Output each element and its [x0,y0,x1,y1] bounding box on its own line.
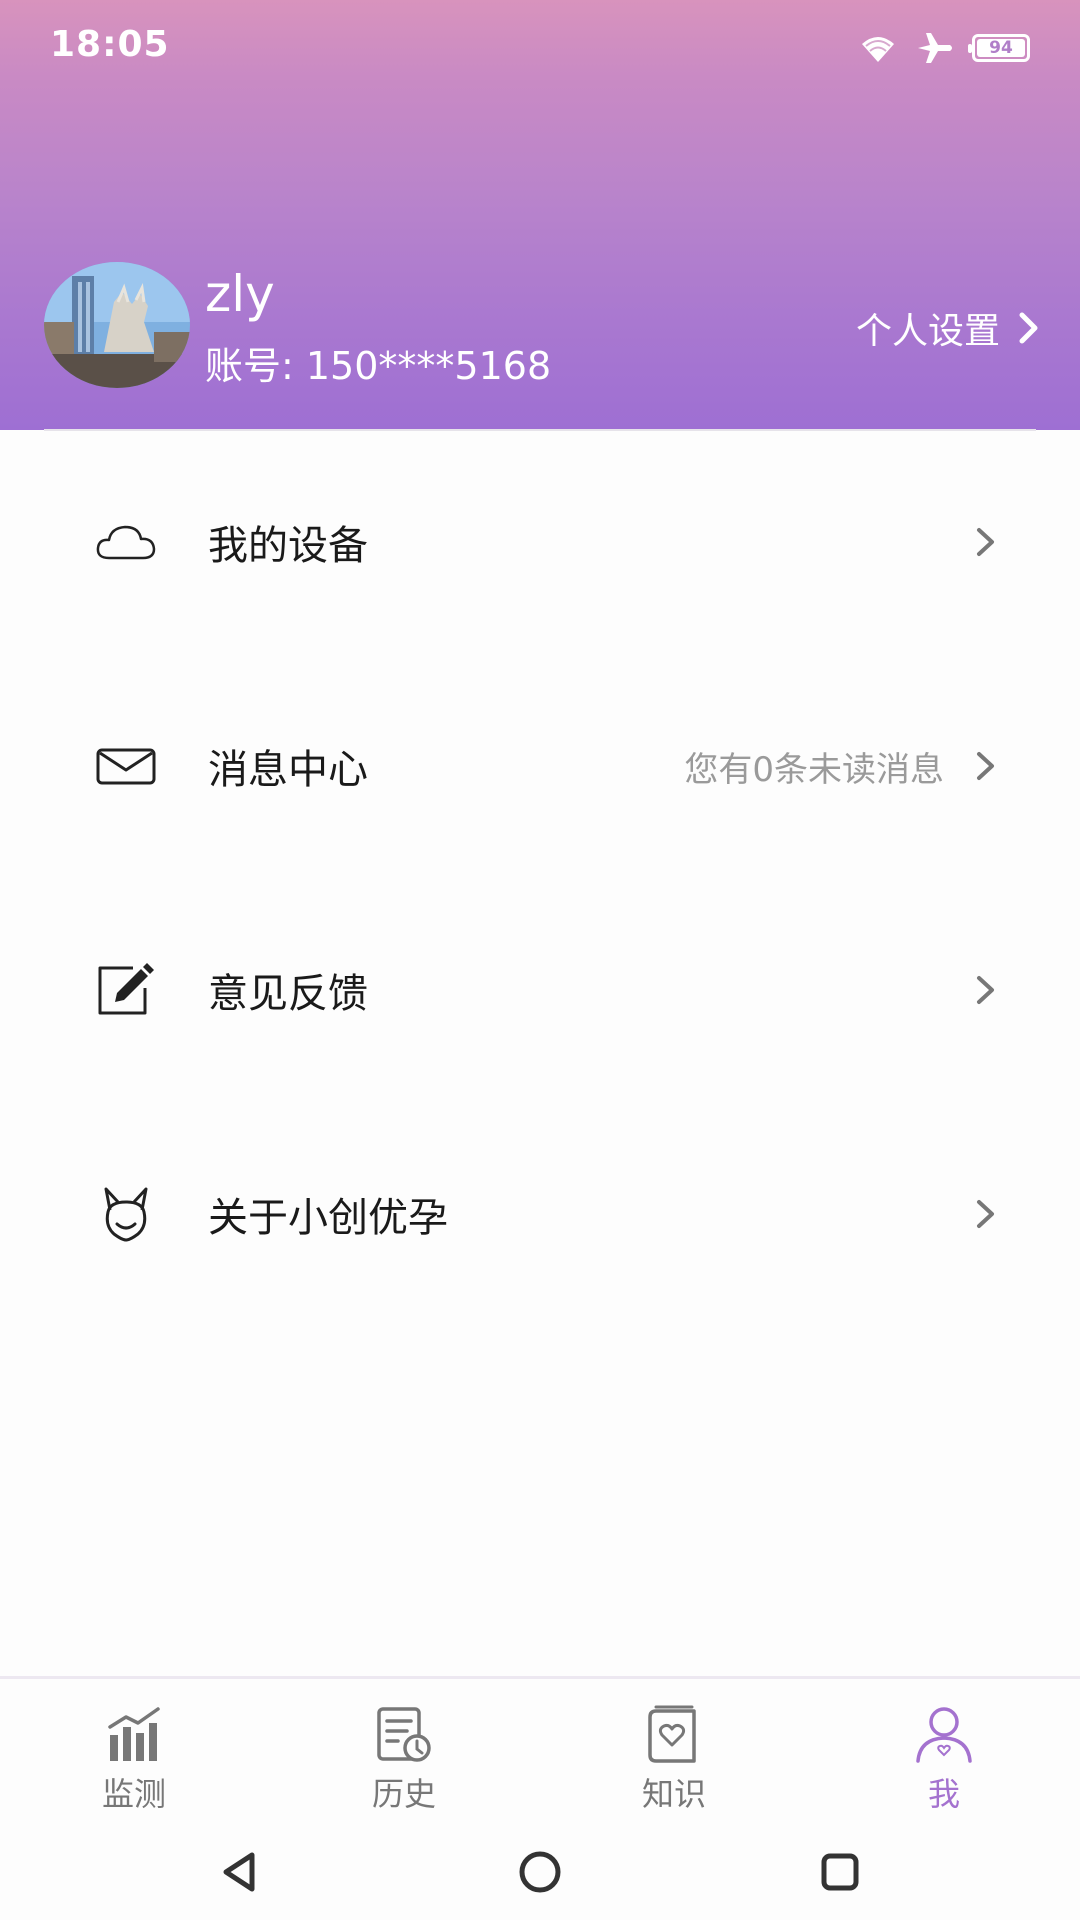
status-time: 18:05 [50,24,170,65]
tab-monitor[interactable]: 监测 [54,1705,214,1815]
unread-message-count: 您有0条未读消息 [684,749,944,790]
tab-label: 知识 [641,1775,706,1813]
menu-item-my-devices[interactable]: 我的设备 [0,430,1080,654]
airplane-icon [918,33,952,63]
tab-history[interactable]: 历史 [324,1705,484,1815]
mail-icon [94,734,158,798]
user-account: 账号: 150****5168 [205,344,552,388]
system-navigation-bar [0,1822,1080,1920]
avatar-image [44,262,190,388]
menu-item-label: 消息中心 [208,747,368,793]
bottom-tab-bar: 监测 历史 知识 我 [0,1676,1080,1825]
tab-label: 监测 [101,1775,166,1813]
back-button[interactable] [210,1842,270,1902]
edit-icon [94,958,158,1022]
tab-label: 历史 [371,1775,436,1813]
avatar[interactable] [44,262,190,388]
menu-item-label: 意见反馈 [208,971,368,1017]
profile-header: 18:05 94 zly 账号: 150****5168 个人设置 [0,0,1080,430]
menu-item-label: 我的设备 [208,523,368,569]
chevron-right-icon [977,976,994,1004]
cloud-icon [94,510,158,574]
user-name: zly [205,265,275,323]
history-icon [377,1707,431,1762]
chevron-right-icon [1019,312,1038,344]
book-icon [648,1705,696,1763]
menu-item-label: 关于小创优孕 [208,1195,448,1241]
tab-knowledge[interactable]: 知识 [594,1705,754,1815]
menu-item-message-center[interactable]: 消息中心 您有0条未读消息 [0,654,1080,878]
status-icons: 94 [858,28,1030,68]
battery-level: 94 [989,38,1013,58]
user-icon [916,1707,972,1763]
home-circle-icon [519,1851,561,1893]
chevron-right-icon [977,752,994,780]
menu-item-feedback[interactable]: 意见反馈 [0,878,1080,1102]
back-triangle-icon [223,1852,255,1892]
recents-button[interactable] [810,1842,870,1902]
tab-label: 我 [927,1775,960,1813]
status-bar: 18:05 94 [0,0,1080,96]
personal-settings-label: 个人设置 [855,311,1000,352]
wifi-icon [862,37,894,62]
recents-square-icon [821,1853,859,1891]
chevron-right-icon [977,528,994,556]
battery-icon: 94 [968,34,1030,62]
home-button[interactable] [510,1842,570,1902]
tab-me[interactable]: 我 [864,1705,1024,1815]
personal-settings-link[interactable]: 个人设置 [856,302,1040,354]
menu-item-about[interactable]: 关于小创优孕 [0,1102,1080,1326]
settings-menu: 我的设备 消息中心 您有0条未读消息 意见反馈 关于小创优孕 [0,430,1080,1326]
rabbit-icon [94,1182,158,1246]
chart-icon [108,1707,160,1761]
chevron-right-icon [977,1200,994,1228]
